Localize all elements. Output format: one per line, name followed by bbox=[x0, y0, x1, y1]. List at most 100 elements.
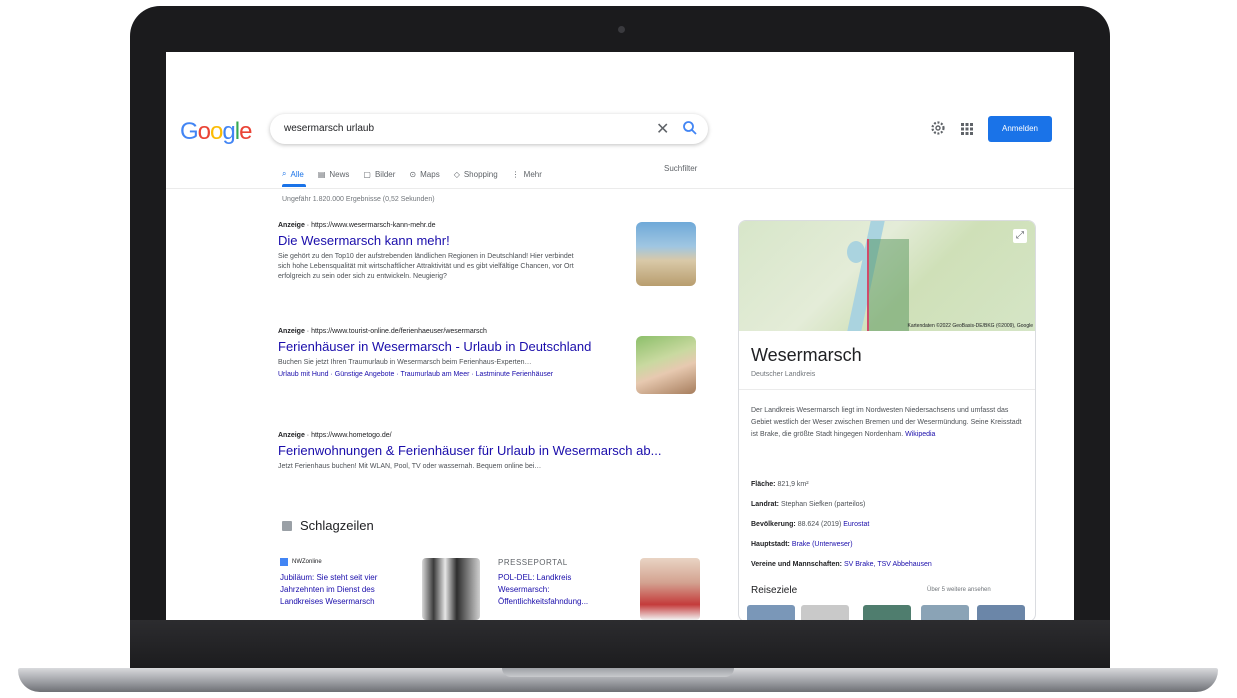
fact-link[interactable]: SV Brake, TSV Abbehausen bbox=[844, 561, 932, 568]
reiseziele-heading: Reiseziele bbox=[751, 585, 798, 596]
ad-line: Anzeige · https://www.tourist-online.de/… bbox=[278, 328, 487, 335]
tab-maps[interactable]: ⊙ Maps bbox=[409, 164, 439, 184]
fact-link[interactable]: Brake (Unterweser) bbox=[792, 541, 853, 548]
result-url[interactable]: https://www.hometogo.de/ bbox=[311, 432, 392, 439]
tab-bilder[interactable]: ▢ Bilder bbox=[363, 164, 395, 184]
map-region-outline bbox=[867, 239, 909, 331]
kp-divider bbox=[739, 389, 1035, 390]
laptop-bezel bbox=[130, 620, 1110, 674]
news-title[interactable]: Jubiläum: Sie steht seit vier Jahrzehnte… bbox=[280, 572, 390, 608]
search-icon: ⌕ bbox=[282, 169, 287, 178]
fact-value: Stephan Siefken (parteilos) bbox=[780, 501, 866, 508]
active-tab-indicator bbox=[282, 184, 306, 187]
google-logo[interactable]: Google bbox=[180, 118, 252, 146]
tab-label: Alle bbox=[290, 169, 304, 179]
result-desc: Jetzt Ferienhaus buchen! Mit WLAN, Pool,… bbox=[278, 463, 542, 470]
apps-grid-icon[interactable] bbox=[960, 122, 974, 136]
map-pin-icon: ⊙ bbox=[409, 169, 417, 179]
header-divider bbox=[166, 188, 1074, 189]
logo-letter-0: G bbox=[180, 118, 199, 145]
fact-label: Fläche: bbox=[751, 481, 776, 488]
result-desc: Buchen Sie jetzt Ihren Traumurlaub in We… bbox=[278, 359, 532, 366]
news-heading-text: Schlagzeilen bbox=[300, 518, 374, 533]
result-url[interactable]: https://www.tourist-online.de/ferienhaeu… bbox=[311, 328, 487, 335]
news-title[interactable]: POL-DEL: Landkreis Wesermarsch: Öffentli… bbox=[498, 572, 622, 608]
kp-title: Wesermarsch bbox=[751, 345, 862, 365]
signin-button[interactable]: Anmelden bbox=[988, 116, 1052, 142]
fact-row: Bevölkerung: 88.624 (2019) Eurostat bbox=[751, 515, 1031, 535]
tab-label: Maps bbox=[420, 169, 440, 179]
fact-label: Hauptstadt: bbox=[751, 541, 790, 548]
fact-value: 88.624 (2019) bbox=[797, 521, 842, 528]
search-icon[interactable] bbox=[682, 120, 698, 136]
ad-label: Anzeige bbox=[278, 328, 305, 335]
result-title[interactable]: Ferienhäuser in Wesermarsch - Urlaub in … bbox=[278, 339, 618, 354]
fact-row: Landrat: Stephan Siefken (parteilos) bbox=[751, 495, 1031, 515]
news-thumbnail[interactable] bbox=[640, 558, 700, 620]
tab-shopping[interactable]: ◇ Shopping bbox=[454, 164, 498, 184]
news-section-heading: Schlagzeilen bbox=[282, 518, 374, 533]
gear-icon[interactable] bbox=[930, 120, 946, 136]
kp-subtitle: Deutscher Landkreis bbox=[751, 371, 816, 378]
fact-row: Vereine und Mannschaften: SV Brake, TSV … bbox=[751, 555, 1031, 575]
reiseziel-thumbnail[interactable] bbox=[747, 605, 795, 620]
result-title[interactable]: Die Wesermarsch kann mehr! bbox=[278, 233, 578, 248]
tab-mehr[interactable]: ⋮ Mehr bbox=[512, 164, 542, 184]
result-thumbnail[interactable] bbox=[636, 222, 696, 286]
tab-label: News bbox=[329, 169, 350, 179]
fact-label: Landrat: bbox=[751, 501, 779, 508]
result-title[interactable]: Ferienwohnungen & Ferienhäuser für Urlau… bbox=[278, 443, 661, 458]
reiseziel-thumbnail[interactable] bbox=[977, 605, 1025, 620]
ad-result-2: Anzeige · https://www.tourist-online.de/… bbox=[278, 328, 618, 380]
fact-link[interactable]: Eurostat bbox=[843, 521, 869, 528]
clear-icon[interactable]: ✕ bbox=[656, 119, 669, 139]
reiseziel-thumbnail[interactable] bbox=[801, 605, 849, 620]
logo-letter-1: o bbox=[197, 118, 211, 145]
fact-value: 821,9 km² bbox=[777, 481, 809, 488]
map-attribution: Kartendaten ©2022 GeoBasis-DE/BKG (©2009… bbox=[907, 323, 1034, 329]
news-icon bbox=[282, 520, 292, 531]
result-sitelinks[interactable]: Urlaub mit Hund · Günstige Angebote · Tr… bbox=[278, 370, 618, 380]
expand-icon[interactable]: ⤢ bbox=[1013, 229, 1027, 243]
reiseziele-more-link[interactable]: Über 5 weitere ansehen bbox=[927, 587, 991, 593]
tab-label: Bilder bbox=[374, 169, 396, 179]
kp-description: Der Landkreis Wesermarsch liegt im Nordw… bbox=[751, 405, 1023, 441]
knowledge-panel: Kartendaten ©2022 GeoBasis-DE/BKG (©2009… bbox=[738, 220, 1036, 620]
kp-description-text: Der Landkreis Wesermarsch liegt im Nordw… bbox=[751, 407, 1022, 438]
ad-result-1: Anzeige · https://www.wesermarsch-kann-m… bbox=[278, 222, 578, 282]
search-tabs: ⌕ Alle ▤ News ▢ Bilder ⊙ Maps ◇ Shopping ⋮ Meh… bbox=[282, 164, 542, 184]
search-input[interactable]: wesermarsch urlaub bbox=[284, 123, 374, 134]
map-lake bbox=[847, 241, 865, 263]
more-icon: ⋮ bbox=[511, 169, 520, 179]
tag-icon: ◇ bbox=[453, 169, 460, 179]
news-source: PRESSEPORTAL bbox=[498, 558, 568, 567]
reiseziel-thumbnail[interactable] bbox=[863, 605, 911, 620]
news-icon: ▤ bbox=[317, 169, 326, 179]
tab-news[interactable]: ▤ News bbox=[318, 164, 350, 184]
camera bbox=[618, 26, 625, 33]
laptop-mockup: Google wesermarsch urlaub ✕ Anmelden ⌕ Al… bbox=[0, 0, 1237, 698]
fact-row: Fläche: 821,9 km² bbox=[751, 475, 1031, 495]
tools-button[interactable]: Suchfilter bbox=[664, 164, 697, 173]
ad-line: Anzeige · https://www.wesermarsch-kann-m… bbox=[278, 222, 436, 229]
fact-label: Bevölkerung: bbox=[751, 521, 796, 528]
logo-letter-2: o bbox=[210, 118, 223, 145]
reiseziel-thumbnail[interactable] bbox=[921, 605, 969, 620]
ad-label: Anzeige bbox=[278, 432, 305, 439]
result-url[interactable]: https://www.wesermarsch-kann-mehr.de bbox=[311, 222, 436, 229]
wikipedia-link[interactable]: Wikipedia bbox=[905, 431, 935, 438]
result-desc: Sie gehört zu den Top10 der aufstrebende… bbox=[278, 253, 574, 280]
news-thumbnail[interactable] bbox=[422, 558, 480, 620]
map-preview[interactable]: Kartendaten ©2022 GeoBasis-DE/BKG (©2009… bbox=[739, 221, 1035, 331]
tab-label: Mehr bbox=[523, 169, 542, 179]
source-logo-icon bbox=[280, 558, 288, 566]
laptop-notch bbox=[502, 668, 734, 677]
ad-result-3: Anzeige · https://www.hometogo.de/ Ferie… bbox=[278, 432, 661, 472]
logo-letter-3: g bbox=[222, 118, 235, 145]
search-box[interactable]: wesermarsch urlaub ✕ bbox=[270, 114, 708, 144]
news-source: NWZonline bbox=[280, 558, 322, 566]
result-thumbnail[interactable] bbox=[636, 336, 696, 394]
tab-alle[interactable]: ⌕ Alle bbox=[282, 164, 304, 184]
image-icon: ▢ bbox=[363, 169, 371, 179]
fact-label: Vereine und Mannschaften: bbox=[751, 561, 843, 568]
